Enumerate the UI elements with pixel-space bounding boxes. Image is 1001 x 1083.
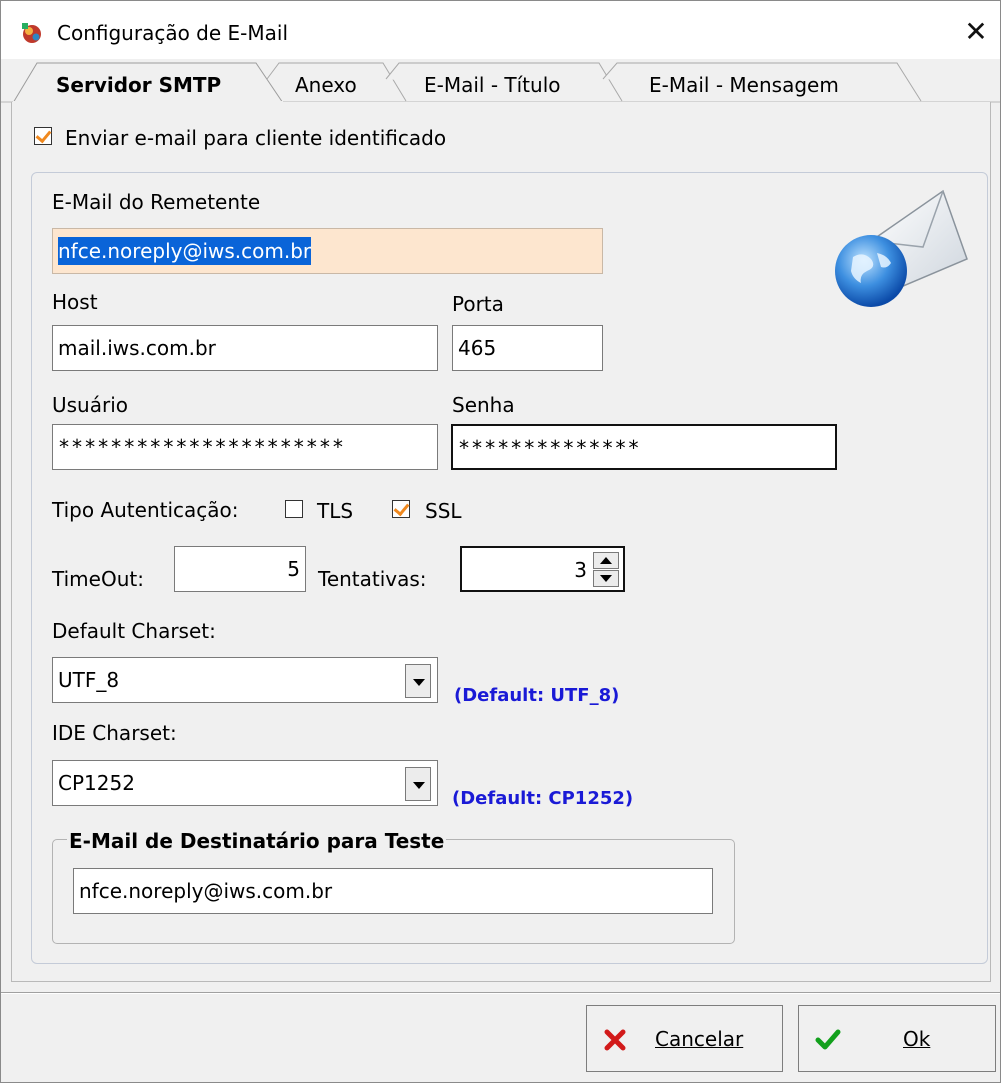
- tab-email-mensagem[interactable]: E-Mail - Mensagem: [649, 73, 839, 97]
- default-charset-select[interactable]: UTF_8: [52, 657, 438, 703]
- sender-email-field[interactable]: nfce.noreply@iws.com.br: [52, 228, 603, 274]
- auth-type-label: Tipo Autenticação:: [52, 498, 239, 522]
- email-globe-icon: [835, 189, 968, 307]
- spin-up-icon[interactable]: [593, 552, 619, 569]
- tab-email-titulo[interactable]: E-Mail - Título: [424, 73, 561, 97]
- attempts-stepper[interactable]: 3: [460, 546, 625, 592]
- send-to-client-checkbox[interactable]: [34, 127, 52, 145]
- password-label: Senha: [452, 393, 515, 417]
- ide-charset-hint: (Default: CP1252): [452, 788, 634, 809]
- port-field[interactable]: 465: [452, 325, 603, 371]
- port-label: Porta: [452, 292, 504, 316]
- timeout-label: TimeOut:: [52, 567, 144, 591]
- tab-servidor-smtp[interactable]: Servidor SMTP: [56, 73, 221, 97]
- cancel-x-icon: [604, 1029, 626, 1051]
- default-charset-label: Default Charset:: [52, 619, 216, 643]
- checkmark-icon: [815, 1029, 841, 1050]
- cancel-button[interactable]: Cancelar: [586, 1005, 783, 1072]
- test-recipient-field[interactable]: nfce.noreply@iws.com.br: [73, 868, 713, 914]
- title-bar: Configuração de E-Mail ✕: [1, 1, 1000, 59]
- timeout-field[interactable]: 5: [174, 546, 306, 592]
- tab-strip: Servidor SMTP Anexo E-Mail - Título E-Ma…: [1, 59, 1000, 103]
- ide-charset-label: IDE Charset:: [52, 721, 177, 745]
- password-field[interactable]: **************: [451, 424, 837, 470]
- default-charset-hint: (Default: UTF_8): [454, 685, 620, 706]
- tls-label: TLS: [317, 499, 354, 523]
- footer-separator-highlight: [1, 993, 1000, 994]
- send-to-client-label: Enviar e-mail para cliente identificado: [65, 126, 447, 150]
- app-icon: [22, 23, 41, 43]
- attempts-spin[interactable]: [593, 552, 619, 588]
- ssl-checkbox[interactable]: [392, 500, 410, 518]
- test-recipient-legend: E-Mail de Destinatário para Teste: [67, 829, 447, 853]
- email-config-dialog: Configuração de E-Mail ✕ Servidor SMTP A…: [0, 0, 1001, 1083]
- window-title: Configuração de E-Mail: [57, 21, 289, 45]
- chevron-down-icon[interactable]: [405, 767, 431, 801]
- sender-email-label: E-Mail do Remetente: [52, 190, 261, 214]
- user-field[interactable]: **********************: [52, 424, 438, 470]
- host-field[interactable]: mail.iws.com.br: [52, 325, 438, 371]
- attempts-value: 3: [574, 558, 587, 582]
- ssl-label: SSL: [425, 499, 462, 523]
- chevron-down-icon[interactable]: [405, 664, 431, 698]
- host-label: Host: [52, 290, 98, 314]
- ide-charset-select[interactable]: CP1252: [52, 760, 438, 806]
- default-charset-value: UTF_8: [58, 668, 120, 692]
- ide-charset-value: CP1252: [58, 771, 135, 795]
- tab-anexo[interactable]: Anexo: [295, 73, 357, 97]
- tls-checkbox[interactable]: [285, 500, 303, 518]
- ok-button-label: Ok: [903, 1027, 931, 1051]
- attempts-label: Tentativas:: [318, 567, 427, 591]
- cancel-button-label: Cancelar: [655, 1027, 744, 1051]
- ok-button[interactable]: Ok: [798, 1005, 996, 1072]
- user-label: Usuário: [52, 393, 129, 417]
- spin-down-icon[interactable]: [593, 570, 619, 587]
- close-icon[interactable]: ✕: [957, 13, 995, 51]
- sender-email-value: nfce.noreply@iws.com.br: [58, 237, 312, 265]
